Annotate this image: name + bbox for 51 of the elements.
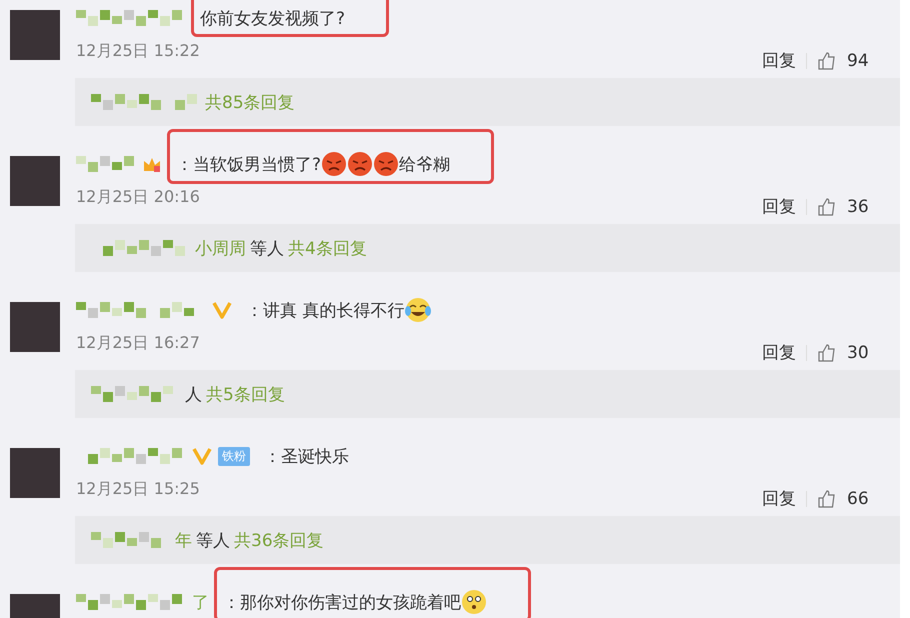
angry-face-icon bbox=[373, 151, 400, 177]
thumbs-up-icon[interactable] bbox=[817, 196, 837, 216]
reply-link[interactable]: 回复 bbox=[762, 341, 796, 364]
reply-summary-bar[interactable]: 小周周 等人 共4条回复 bbox=[75, 224, 900, 272]
comment-text: 那你对你伤害过的女孩跪着吧 bbox=[240, 592, 461, 614]
reply-count: 共85条回复 bbox=[205, 92, 295, 114]
reply-count: 共4条回复 bbox=[288, 238, 367, 260]
angry-face-icon bbox=[321, 151, 348, 177]
avatar-photo[interactable] bbox=[10, 448, 60, 498]
like-count: 36 bbox=[847, 196, 869, 216]
reply-link[interactable]: 回复 bbox=[762, 49, 796, 72]
verified-icon bbox=[212, 301, 232, 319]
thumbs-up-icon[interactable] bbox=[817, 50, 837, 70]
comment-time: 12月25日 16:27 bbox=[76, 332, 200, 354]
colon: ： bbox=[176, 154, 193, 176]
angry-face-icon bbox=[347, 151, 374, 177]
reply-user-names: 年 bbox=[175, 530, 192, 552]
avatar-photo[interactable] bbox=[10, 302, 60, 352]
comment-time: 12月25日 15:25 bbox=[76, 478, 200, 500]
colon: ： bbox=[246, 300, 263, 322]
comment-text: 当软饭男当惯了? bbox=[193, 154, 322, 176]
fan-badge: 铁粉 bbox=[218, 446, 250, 466]
reply-summary-bar[interactable]: 年 等人 共36条回复 bbox=[75, 516, 900, 564]
like-count: 66 bbox=[847, 488, 869, 508]
redacted-name-drawing bbox=[76, 156, 136, 172]
comment-time: 12月25日 20:16 bbox=[76, 186, 200, 208]
avatar-photo[interactable] bbox=[10, 10, 60, 60]
comment-text: 讲真 真的长得不行 bbox=[263, 300, 404, 322]
reply-summary-bar[interactable]: 人 共5条回复 bbox=[75, 370, 900, 418]
reply-user-names: 小周周 bbox=[195, 238, 246, 260]
reply-link[interactable]: 回复 bbox=[762, 195, 796, 218]
others-label: 人 bbox=[185, 384, 202, 406]
colon: ： bbox=[223, 592, 240, 614]
thumbs-up-icon[interactable] bbox=[817, 488, 837, 508]
avatar-photo[interactable] bbox=[10, 156, 60, 206]
verified-icon bbox=[192, 447, 212, 465]
others-label: 等人 bbox=[250, 238, 284, 260]
others-label: 等人 bbox=[196, 530, 230, 552]
reply-count: 共36条回复 bbox=[234, 530, 324, 552]
comment-text: 你前女友发视频了? bbox=[200, 8, 346, 30]
reply-link[interactable]: 回复 bbox=[762, 487, 796, 510]
comment-text: 给爷糊 bbox=[399, 154, 450, 176]
like-count: 30 bbox=[847, 342, 869, 362]
reply-count: 共5条回复 bbox=[206, 384, 285, 406]
thumbs-up-icon[interactable] bbox=[817, 342, 837, 362]
comment-time: 12月25日 15:22 bbox=[76, 40, 200, 62]
shocked-face-icon bbox=[461, 589, 487, 615]
comment-text: 圣诞快乐 bbox=[281, 446, 349, 468]
laughing-crying-face-icon bbox=[404, 296, 432, 324]
colon: ： bbox=[264, 446, 281, 468]
like-count: 94 bbox=[847, 50, 869, 70]
